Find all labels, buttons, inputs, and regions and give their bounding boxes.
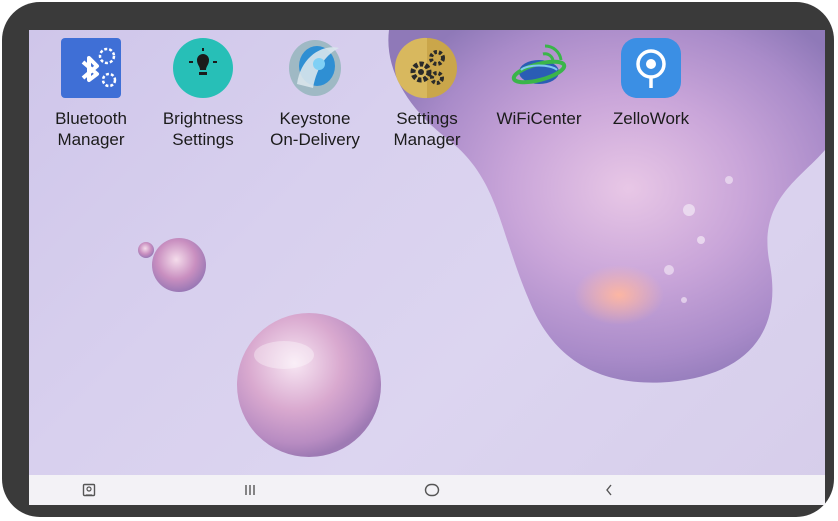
home-button[interactable] — [412, 475, 452, 505]
droplet — [664, 265, 674, 275]
wallpaper-bubble-large — [237, 313, 381, 457]
app-wificenter[interactable]: WiFiCenter — [483, 36, 595, 129]
app-label: Settings Manager — [393, 109, 461, 149]
wallpaper-bubble-small — [152, 238, 206, 292]
navigation-bar — [29, 475, 825, 505]
recent-apps-button[interactable] — [230, 475, 270, 505]
zello-pin-icon — [621, 38, 681, 98]
app-bluetooth-manager[interactable]: Bluetooth Manager — [35, 36, 147, 150]
app-label: Brightness Settings — [162, 109, 244, 149]
back-icon — [606, 484, 612, 496]
device-bezel: Bluetooth Manager Brightness Settings Ke… — [2, 2, 834, 517]
back-button[interactable] — [589, 475, 629, 505]
recent-apps-icon — [245, 485, 255, 495]
bluetooth-gear-icon — [61, 38, 121, 98]
app-icon-row: Bluetooth Manager Brightness Settings Ke… — [29, 36, 825, 186]
wallpaper-glow — [574, 265, 664, 325]
app-label: ZelloWork — [612, 109, 690, 128]
bubble-highlight — [254, 341, 314, 369]
screenshot-button[interactable] — [69, 475, 109, 505]
gears-icon — [395, 37, 457, 99]
lightbulb-icon — [173, 38, 233, 98]
wifi-globe-icon — [511, 44, 567, 85]
app-keystone-on-delivery[interactable]: Keystone On-Delivery — [259, 36, 371, 150]
app-label: Bluetooth Manager — [55, 109, 127, 149]
app-settings-manager[interactable]: Settings Manager — [371, 36, 483, 150]
app-brightness-settings[interactable]: Brightness Settings — [147, 36, 259, 150]
keystone-logo-icon — [289, 40, 341, 96]
wallpaper-bubble-tiny — [138, 242, 154, 258]
droplet — [683, 204, 695, 216]
app-label: WiFiCenter — [496, 109, 582, 128]
home-screen: Bluetooth Manager Brightness Settings Ke… — [29, 30, 825, 505]
droplet — [681, 297, 687, 303]
app-zellowork[interactable]: ZelloWork — [595, 36, 707, 129]
home-icon — [424, 483, 440, 497]
droplet — [697, 236, 705, 244]
screenshot-icon — [82, 483, 96, 497]
app-label: Keystone On-Delivery — [270, 109, 360, 149]
